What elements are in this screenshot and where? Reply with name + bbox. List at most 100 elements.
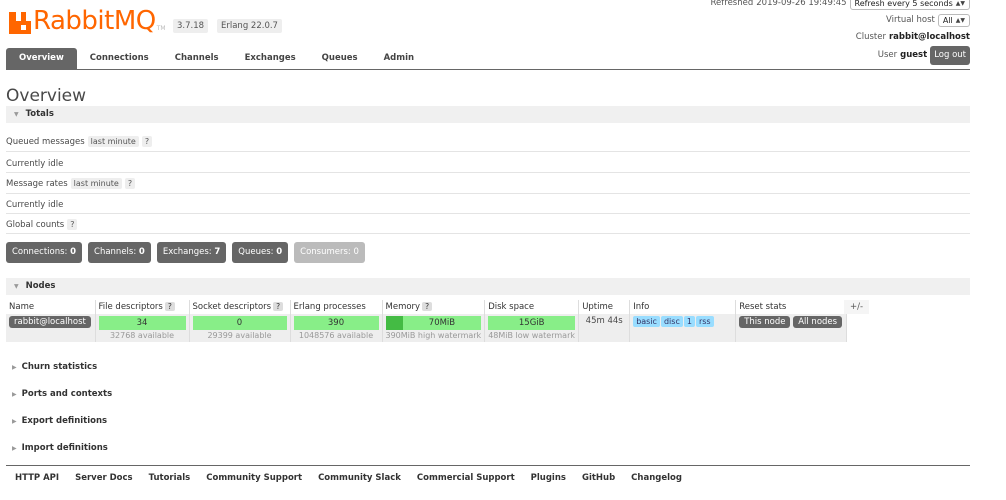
queued-help-button[interactable]: ? [141, 136, 153, 147]
node-link[interactable]: rabbit@localhost [9, 316, 91, 328]
col-label: Disk space [488, 302, 535, 312]
connections-count-button[interactable]: Connections: 0 [6, 242, 83, 263]
col-memory: Memory? [382, 300, 486, 314]
col-reset-stats: Reset stats [735, 300, 848, 314]
queued-messages-label: Queued messages [6, 136, 85, 147]
footer-link-server-docs[interactable]: Server Docs [75, 473, 133, 483]
tab-channels[interactable]: Channels [162, 48, 232, 69]
disk-watermark: 48MiB low watermark [488, 331, 575, 340]
vhost-select[interactable]: All ▲▼ [937, 14, 970, 27]
count-label: Exchanges: [162, 247, 212, 257]
count-label: Consumers: [300, 247, 351, 257]
ports-contexts-section[interactable]: ▶ Ports and contexts [12, 389, 112, 399]
refresh-interval-value: Refresh every 5 seconds [854, 0, 953, 8]
tab-exchanges[interactable]: Exchanges [232, 48, 309, 69]
memory-used: 70MiB [428, 318, 456, 328]
count-label: Connections: [12, 247, 68, 257]
col-label: File descriptors [98, 302, 163, 312]
memory-help-button[interactable]: ? [422, 302, 433, 311]
reset-all-nodes-button[interactable]: All nodes [793, 316, 843, 328]
queued-range-select[interactable]: last minute [87, 136, 139, 147]
table-row: rabbit@localhost 34 32768 available 0 29… [6, 314, 848, 342]
collapsed-triangle-icon: ▶ [12, 363, 17, 371]
info-tag-rss[interactable]: rss [695, 316, 714, 327]
object-counts: Connections: 0 Channels: 0 Exchanges: 7 … [6, 242, 365, 263]
export-definitions-section[interactable]: ▶ Export definitions [12, 416, 107, 426]
footer-link-commercial-support[interactable]: Commercial Support [417, 473, 515, 483]
info-tag-basic[interactable]: basic [633, 316, 660, 327]
churn-statistics-section[interactable]: ▶ Churn statistics [12, 362, 97, 372]
count-value: 0 [353, 247, 359, 257]
memory-bar: 70MiB [385, 316, 482, 330]
divider [6, 172, 970, 173]
col-info: Info [629, 300, 737, 314]
nodes-title: Nodes [25, 281, 56, 291]
section-title: Ports and contexts [21, 389, 113, 399]
nodes-section-header[interactable]: ▼ Nodes [6, 278, 970, 295]
footer-link-http-api[interactable]: HTTP API [15, 473, 59, 483]
rates-range-select[interactable]: last minute [70, 178, 122, 189]
count-label: Channels: [94, 247, 137, 257]
col-label: Socket descriptors [192, 302, 272, 312]
message-rates-row: Message rates last minute ? [6, 178, 136, 189]
fd-help-button[interactable]: ? [164, 302, 175, 311]
footer-link-plugins[interactable]: Plugins [531, 473, 566, 483]
section-title: Import definitions [21, 443, 108, 453]
exchanges-count-button[interactable]: Exchanges: 7 [156, 242, 227, 263]
col-erlang-processes: Erlang processes [290, 300, 383, 314]
memory-watermark: 390MiB high watermark [385, 331, 482, 340]
import-definitions-section[interactable]: ▶ Import definitions [12, 443, 108, 453]
info-tag-disc[interactable]: disc [660, 316, 683, 327]
rates-help-button[interactable]: ? [124, 178, 136, 189]
socket-cell: 0 29399 available [189, 314, 291, 342]
table-header-row: Name File descriptors? Socket descriptor… [6, 300, 848, 314]
totals-section-header[interactable]: ▼ Totals [6, 106, 970, 123]
footer-link-community-support[interactable]: Community Support [206, 473, 302, 483]
refreshed-label: Refreshed [710, 0, 754, 8]
column-toggle-button[interactable]: +/- [844, 300, 870, 314]
tab-connections[interactable]: Connections [77, 48, 162, 69]
socket-help-button[interactable]: ? [273, 302, 284, 311]
col-label: Erlang processes [293, 302, 366, 312]
collapsed-triangle-icon: ▶ [12, 444, 17, 452]
footer-link-github[interactable]: GitHub [582, 473, 615, 483]
rabbit-logo-icon [9, 12, 31, 34]
tab-overview[interactable]: Overview [6, 48, 77, 69]
footer-link-community-slack[interactable]: Community Slack [318, 473, 401, 483]
message-rates-label: Message rates [6, 178, 68, 189]
socket-bar: 0 [192, 316, 287, 330]
global-counts-help-button[interactable]: ? [67, 219, 78, 230]
refresh-interval-select[interactable]: Refresh every 5 seconds ▲▼ [849, 0, 970, 10]
count-label: Queues: [238, 247, 274, 257]
select-arrows-icon: ▲▼ [955, 17, 965, 24]
section-title: Export definitions [21, 416, 108, 426]
tab-admin[interactable]: Admin [371, 48, 428, 69]
info-tag-count[interactable]: 1 [683, 316, 695, 327]
global-counts-row: Global counts ? [6, 219, 78, 230]
footer-link-tutorials[interactable]: Tutorials [149, 473, 191, 483]
uptime-cell: 45m 44s [578, 314, 631, 342]
footer-links: HTTP API Server Docs Tutorials Community… [6, 465, 970, 483]
rabbitmq-logo[interactable]: RabbitMQ TM [9, 6, 166, 34]
disk-cell: 15GiB 48MiB low watermark [484, 314, 580, 342]
global-counts-label: Global counts [6, 219, 65, 230]
queued-messages-row: Queued messages last minute ? [6, 136, 153, 147]
col-label: Memory [385, 302, 421, 312]
footer-link-changelog[interactable]: Changelog [631, 473, 682, 483]
col-disk-space: Disk space [484, 300, 580, 314]
consumers-count-button[interactable]: Consumers: 0 [294, 242, 365, 263]
collapsed-triangle-icon: ▶ [12, 417, 17, 425]
col-file-descriptors: File descriptors? [95, 300, 190, 314]
reset-this-node-button[interactable]: This node [739, 316, 791, 328]
cluster-name: rabbit@localhost [888, 32, 970, 42]
socket-available: 29399 available [207, 331, 272, 340]
tab-queues[interactable]: Queues [309, 48, 371, 69]
divider [6, 233, 970, 234]
brand-tm: TM [156, 25, 166, 32]
channels-count-button[interactable]: Channels: 0 [88, 242, 151, 263]
collapsed-triangle-icon: ▶ [12, 390, 17, 398]
erlang-available: 1048576 available [298, 331, 374, 340]
divider [6, 151, 970, 152]
queues-count-button[interactable]: Queues: 0 [232, 242, 289, 263]
reset-cell: This node All nodes [735, 314, 848, 342]
